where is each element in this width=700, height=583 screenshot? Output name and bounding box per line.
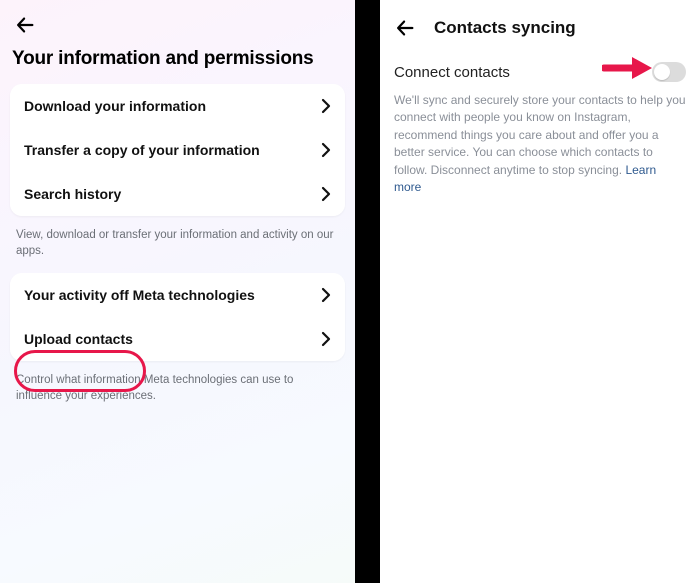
contacts-syncing-screen: Contacts syncing Connect contacts We'll … xyxy=(380,0,700,583)
info-group-card-1: Download your information Transfer a cop… xyxy=(10,84,345,216)
chevron-right-icon xyxy=(321,331,331,347)
pane-divider xyxy=(355,0,380,583)
page-title: Your information and permissions xyxy=(10,42,345,84)
row-label: Your activity off Meta technologies xyxy=(24,287,255,303)
chevron-right-icon xyxy=(321,142,331,158)
chevron-right-icon xyxy=(321,287,331,303)
group1-caption: View, download or transfer your informat… xyxy=(10,224,345,273)
row-label: Upload contacts xyxy=(24,331,133,347)
row-label: Search history xyxy=(24,186,121,202)
row-transfer-copy[interactable]: Transfer a copy of your information xyxy=(10,128,345,172)
chevron-right-icon xyxy=(321,186,331,202)
chevron-right-icon xyxy=(321,98,331,114)
row-activity-off-meta[interactable]: Your activity off Meta technologies xyxy=(10,273,345,317)
info-group-card-2: Your activity off Meta technologies Uplo… xyxy=(10,273,345,361)
row-search-history[interactable]: Search history xyxy=(10,172,345,216)
connect-contacts-label: Connect contacts xyxy=(394,64,510,81)
row-download-your-information[interactable]: Download your information xyxy=(10,84,345,128)
back-icon[interactable] xyxy=(14,14,36,36)
connect-contacts-description: We'll sync and securely store your conta… xyxy=(394,92,686,196)
row-label: Download your information xyxy=(24,98,206,114)
page-title: Contacts syncing xyxy=(434,18,576,38)
toggle-knob xyxy=(654,64,670,80)
back-icon[interactable] xyxy=(394,17,416,39)
row-upload-contacts[interactable]: Upload contacts xyxy=(10,317,345,361)
group2-caption: Control what information Meta technologi… xyxy=(10,369,345,418)
connect-contacts-toggle[interactable] xyxy=(652,62,686,82)
information-permissions-screen: Your information and permissions Downloa… xyxy=(0,0,355,583)
row-label: Transfer a copy of your information xyxy=(24,142,260,158)
annotation-arrow-icon xyxy=(602,55,652,86)
